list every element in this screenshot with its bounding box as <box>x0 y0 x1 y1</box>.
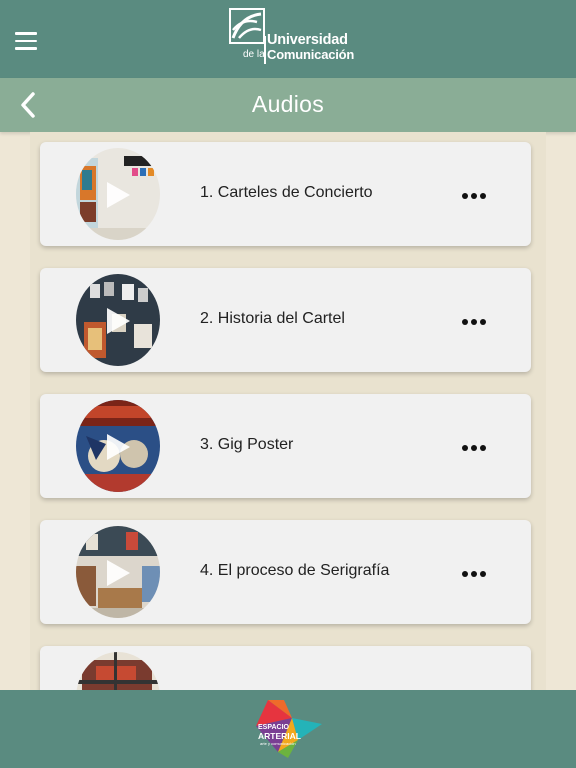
logo-text-universidad: Universidad <box>267 32 348 48</box>
footer-logo-text-espacio: ESPACIO <box>258 724 289 731</box>
audio-thumbnail[interactable] <box>76 274 160 366</box>
espacio-arterial-logo: ESPACIO ARTERIAL arte y comunicación <box>248 696 324 760</box>
audio-thumbnail[interactable] <box>76 400 160 492</box>
university-emblem-icon <box>229 8 265 44</box>
hamburger-menu-icon[interactable] <box>15 32 37 50</box>
more-options-icon[interactable] <box>462 564 494 582</box>
audio-thumbnail[interactable] <box>76 652 160 690</box>
audio-thumbnail[interactable] <box>76 526 160 618</box>
audio-card-4[interactable]: 4. El proceso de Serigrafía <box>40 520 531 624</box>
footer-logo-text-tagline: arte y comunicación <box>260 741 296 746</box>
play-icon[interactable] <box>104 558 132 588</box>
audio-title: 4. El proceso de Serigrafía <box>200 562 390 579</box>
logo-text-comunicacion: Comunicación <box>267 47 355 62</box>
audio-thumbnail[interactable] <box>76 148 160 240</box>
logo-text-de-la: de la <box>243 49 265 60</box>
play-icon[interactable] <box>104 180 132 210</box>
universidad-logo: Universidad de la Comunicación <box>229 8 355 66</box>
audio-list[interactable]: 1. Carteles de Concierto 2. Historia del… <box>0 132 576 690</box>
play-icon[interactable] <box>104 432 132 462</box>
audio-card-1[interactable]: 1. Carteles de Concierto <box>40 142 531 246</box>
audio-title: 2. Historia del Cartel <box>200 310 345 327</box>
more-options-icon[interactable] <box>462 312 494 330</box>
play-icon[interactable] <box>104 306 132 336</box>
audio-card-5[interactable] <box>40 646 531 690</box>
app-footer: ESPACIO ARTERIAL arte y comunicación <box>0 690 576 768</box>
more-options-icon[interactable] <box>462 186 494 204</box>
app-header: Universidad de la Comunicación <box>0 0 576 78</box>
footer-logo-text-arterial: ARTERIAL <box>258 731 301 741</box>
audio-card-2[interactable]: 2. Historia del Cartel <box>40 268 531 372</box>
more-options-icon[interactable] <box>462 438 494 456</box>
page-title: Audios <box>251 91 325 117</box>
audio-title: 1. Carteles de Concierto <box>200 184 373 201</box>
page-header: Audios <box>0 78 576 132</box>
thumbnail-image <box>76 652 160 690</box>
audio-title: 3. Gig Poster <box>200 436 294 453</box>
audio-card-3[interactable]: 3. Gig Poster <box>40 394 531 498</box>
